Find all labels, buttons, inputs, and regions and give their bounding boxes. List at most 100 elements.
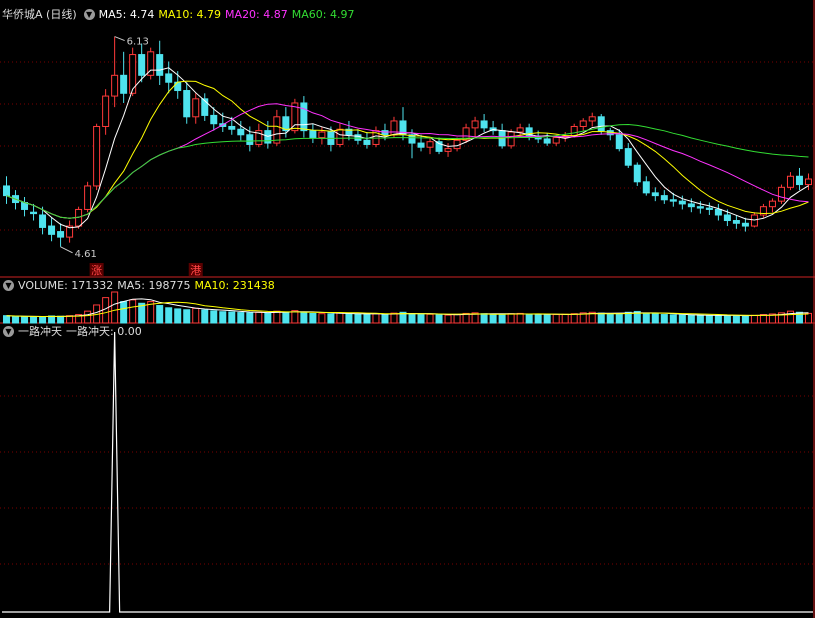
candle-body [39,214,47,228]
candle-body [723,214,731,222]
candle-body [120,74,128,94]
volume-bar [705,315,713,324]
marker-gang: 港 [190,264,201,277]
volume-bar [597,312,605,324]
candle-body [57,231,65,238]
candle-body [768,200,776,208]
candle-body [642,181,650,194]
candle-body [795,175,803,186]
volume-bar [435,314,443,324]
candle-body [3,185,11,197]
volume-bar [552,314,560,324]
volume-bar [786,310,794,324]
volume-bar [507,313,515,324]
volume-bar [210,310,218,324]
candle-body [579,120,587,127]
candle-body [300,102,308,132]
volume-bar [246,312,254,324]
candle-body [588,116,596,122]
volume-bar [39,316,47,324]
candle-body [426,141,434,148]
volume-bar [237,312,245,324]
indicator-signal-line [2,331,813,613]
volume-bar [336,312,344,324]
high-annotation-leader [114,36,125,42]
volume-bar [102,297,110,324]
volume-bar [732,315,740,324]
candle-body [210,114,218,125]
candle-body [30,211,38,215]
volume-bar [660,314,668,324]
candle-body [417,142,425,148]
candle-body [444,148,452,152]
volume-bar [687,314,695,324]
volume-bar [669,314,677,324]
volume-bar [84,310,92,324]
volume-bar [750,314,758,324]
volume-bar [318,313,326,324]
volume-bar [120,301,128,324]
volume-bar [606,313,614,324]
candle-body [471,120,479,129]
volume-bar [201,309,209,324]
candle-body [786,175,794,188]
volume-bar [570,313,578,324]
volume-bar [3,315,11,324]
candle-body [156,54,164,76]
high-price-label: 6.13 [127,37,149,48]
candle-body [669,199,677,202]
volume-bar [255,311,263,324]
volume-bar [264,312,272,324]
volume-bar [417,314,425,324]
candle-body [84,185,92,210]
volume-bar [228,311,236,324]
volume-bar [741,315,749,324]
candle-body [687,203,695,208]
candle-body [678,200,686,205]
volume-bar [678,314,686,324]
candle-body [111,74,119,97]
candle-body [570,125,578,137]
volume-bar [489,313,497,324]
candle-body [507,131,515,147]
candle-body [237,128,245,136]
candle-body [804,178,812,186]
candle-body [552,137,560,144]
volume-bar [525,313,533,324]
volume-bar [300,311,308,324]
stock-chart[interactable]: 6.13 4.61 涨 港 [0,0,815,618]
candle-body [228,125,236,130]
candle-body [750,214,758,227]
candle-body [696,206,704,209]
volume-bar [219,311,227,324]
volume-bar [174,308,182,324]
volume-bar [408,313,416,324]
volume-bar [156,305,164,324]
candle-body [732,220,740,224]
volume-bar [426,313,434,324]
candle-body [363,139,371,145]
candle-body [615,134,623,150]
volume-bar [651,313,659,324]
volume-bar [345,313,353,324]
candle-body [597,116,605,132]
volume-bar [372,313,380,324]
candle-body [651,192,659,197]
candle-body [93,125,101,187]
candle-body [624,148,632,166]
volume-bar [381,313,389,324]
volume-bar [696,314,704,324]
candle-body [336,128,344,145]
candle-body [516,127,524,133]
volume-bar [363,314,371,324]
volume-bar [480,313,488,324]
volume-bar [561,313,569,324]
volume-bar [534,314,542,324]
candle-body [741,222,749,227]
candle-body [777,186,785,202]
volume-bar [291,310,299,324]
candle-body [318,131,326,139]
candle-body [48,225,56,235]
candle-body [390,120,398,136]
volume-bar [309,312,317,324]
